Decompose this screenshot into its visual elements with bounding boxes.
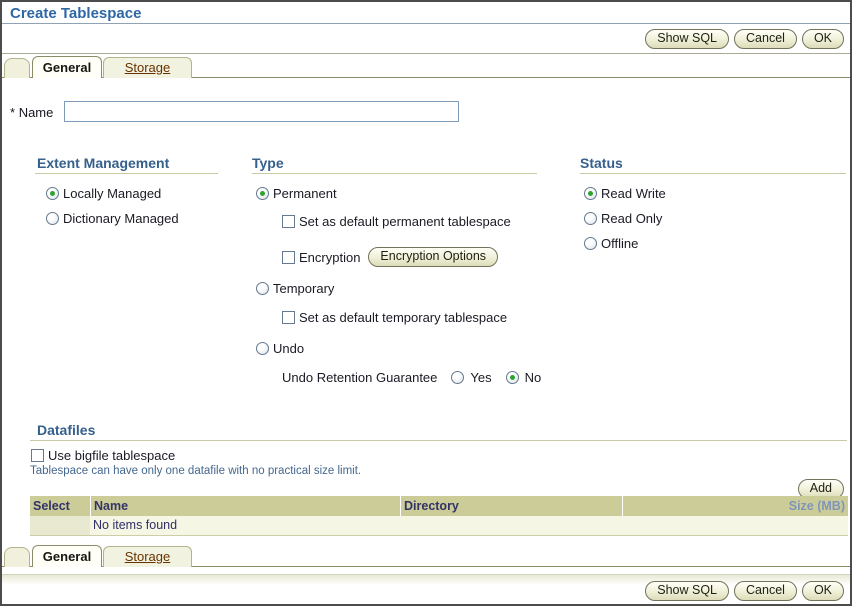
- radio-row-temporary: Temporary: [256, 281, 334, 296]
- tab-storage[interactable]: Storage: [103, 57, 192, 78]
- dictionary-managed-label: Dictionary Managed: [63, 211, 179, 226]
- column-header-directory: Directory: [400, 496, 622, 516]
- name-field-label: * Name: [10, 105, 53, 120]
- column-header-select: Select: [30, 496, 90, 516]
- temporary-radio[interactable]: [256, 282, 269, 295]
- undo-retention-yes-radio[interactable]: [451, 371, 464, 384]
- top-action-buttons: Show SQL Cancel OK: [645, 29, 844, 49]
- type-header: Type: [252, 155, 284, 171]
- bigfile-label: Use bigfile tablespace: [48, 448, 175, 463]
- buttons-divider: [2, 53, 850, 54]
- bottom-tab-storage[interactable]: Storage: [103, 546, 192, 567]
- ok-button[interactable]: OK: [802, 29, 844, 49]
- checkbox-row-default-permanent: Set as default permanent tablespace: [282, 214, 511, 229]
- default-permanent-label: Set as default permanent tablespace: [299, 214, 511, 229]
- undo-retention-row: Undo Retention Guarantee Yes No: [282, 370, 541, 385]
- bottom-show-sql-button[interactable]: Show SQL: [645, 581, 729, 601]
- checkbox-row-bigfile: Use bigfile tablespace: [31, 448, 175, 463]
- offline-radio[interactable]: [584, 237, 597, 250]
- empty-directory-cell: [400, 516, 622, 535]
- default-temporary-label: Set as default temporary tablespace: [299, 310, 507, 325]
- offline-label: Offline: [601, 236, 638, 251]
- encryption-options-button[interactable]: Encryption Options: [368, 247, 498, 267]
- empty-message-cell: No items found: [90, 516, 400, 535]
- datafiles-header: Datafiles: [37, 422, 95, 438]
- read-only-radio[interactable]: [584, 212, 597, 225]
- name-input[interactable]: [64, 101, 459, 122]
- bottom-tab-bar: General Storage: [2, 544, 850, 567]
- bottom-ok-button[interactable]: OK: [802, 581, 844, 601]
- undo-retention-yes-label: Yes: [470, 370, 491, 385]
- radio-row-locally-managed: Locally Managed: [46, 186, 161, 201]
- empty-size-cell: [622, 516, 848, 535]
- datafiles-table: Select Name Directory Size (MB) No items…: [30, 496, 848, 536]
- page-title: Create Tablespace: [10, 5, 141, 22]
- show-sql-button[interactable]: Show SQL: [645, 29, 729, 49]
- top-tab-bar: General Storage: [2, 55, 850, 78]
- default-temporary-checkbox[interactable]: [282, 311, 295, 324]
- name-label-text: Name: [19, 105, 54, 120]
- empty-select-cell: [30, 516, 90, 535]
- checkbox-row-default-temporary: Set as default temporary tablespace: [282, 310, 507, 325]
- locally-managed-label: Locally Managed: [63, 186, 161, 201]
- table-row-empty: No items found: [30, 516, 848, 536]
- title-divider: [2, 23, 850, 24]
- extent-management-rule: [35, 173, 218, 174]
- radio-row-permanent: Permanent: [256, 186, 337, 201]
- create-tablespace-page: Create Tablespace Show SQL Cancel OK Gen…: [0, 0, 852, 606]
- bigfile-checkbox[interactable]: [31, 449, 44, 462]
- permanent-label: Permanent: [273, 186, 337, 201]
- status-rule: [580, 173, 846, 174]
- cancel-button[interactable]: Cancel: [734, 29, 797, 49]
- bottom-tab-general[interactable]: General: [32, 545, 102, 567]
- read-write-label: Read Write: [601, 186, 666, 201]
- undo-retention-no-radio[interactable]: [506, 371, 519, 384]
- default-permanent-checkbox[interactable]: [282, 215, 295, 228]
- locally-managed-radio[interactable]: [46, 187, 59, 200]
- radio-row-dictionary-managed: Dictionary Managed: [46, 211, 179, 226]
- tab-storage-link[interactable]: Storage: [125, 60, 171, 75]
- tab-general[interactable]: General: [32, 56, 102, 78]
- bottom-tab-stub: [4, 547, 30, 567]
- permanent-radio[interactable]: [256, 187, 269, 200]
- radio-row-read-only: Read Only: [584, 211, 662, 226]
- bottom-action-buttons: Show SQL Cancel OK: [645, 581, 844, 601]
- undo-retention-label: Undo Retention Guarantee: [282, 370, 437, 385]
- radio-row-undo: Undo: [256, 341, 304, 356]
- status-header: Status: [580, 155, 623, 171]
- undo-radio[interactable]: [256, 342, 269, 355]
- tab-stub: [4, 58, 30, 78]
- dictionary-managed-radio[interactable]: [46, 212, 59, 225]
- bottom-tab-storage-link[interactable]: Storage: [125, 549, 171, 564]
- required-marker: *: [10, 105, 15, 120]
- column-header-size: Size (MB): [622, 496, 848, 516]
- checkbox-row-encryption: Encryption Encryption Options: [282, 247, 498, 267]
- encryption-checkbox[interactable]: [282, 251, 295, 264]
- type-rule: [252, 173, 537, 174]
- encryption-label: Encryption: [299, 250, 360, 265]
- temporary-label: Temporary: [273, 281, 334, 296]
- read-write-radio[interactable]: [584, 187, 597, 200]
- radio-row-offline: Offline: [584, 236, 638, 251]
- bigfile-hint: Tablespace can have only one datafile wi…: [30, 465, 361, 477]
- undo-label: Undo: [273, 341, 304, 356]
- datafiles-table-header: Select Name Directory Size (MB): [30, 496, 848, 516]
- datafiles-rule: [30, 440, 847, 441]
- radio-row-read-write: Read Write: [584, 186, 666, 201]
- bottom-cancel-button[interactable]: Cancel: [734, 581, 797, 601]
- undo-retention-no-label: No: [525, 370, 542, 385]
- read-only-label: Read Only: [601, 211, 662, 226]
- extent-management-header: Extent Management: [37, 155, 169, 171]
- column-header-name: Name: [90, 496, 400, 516]
